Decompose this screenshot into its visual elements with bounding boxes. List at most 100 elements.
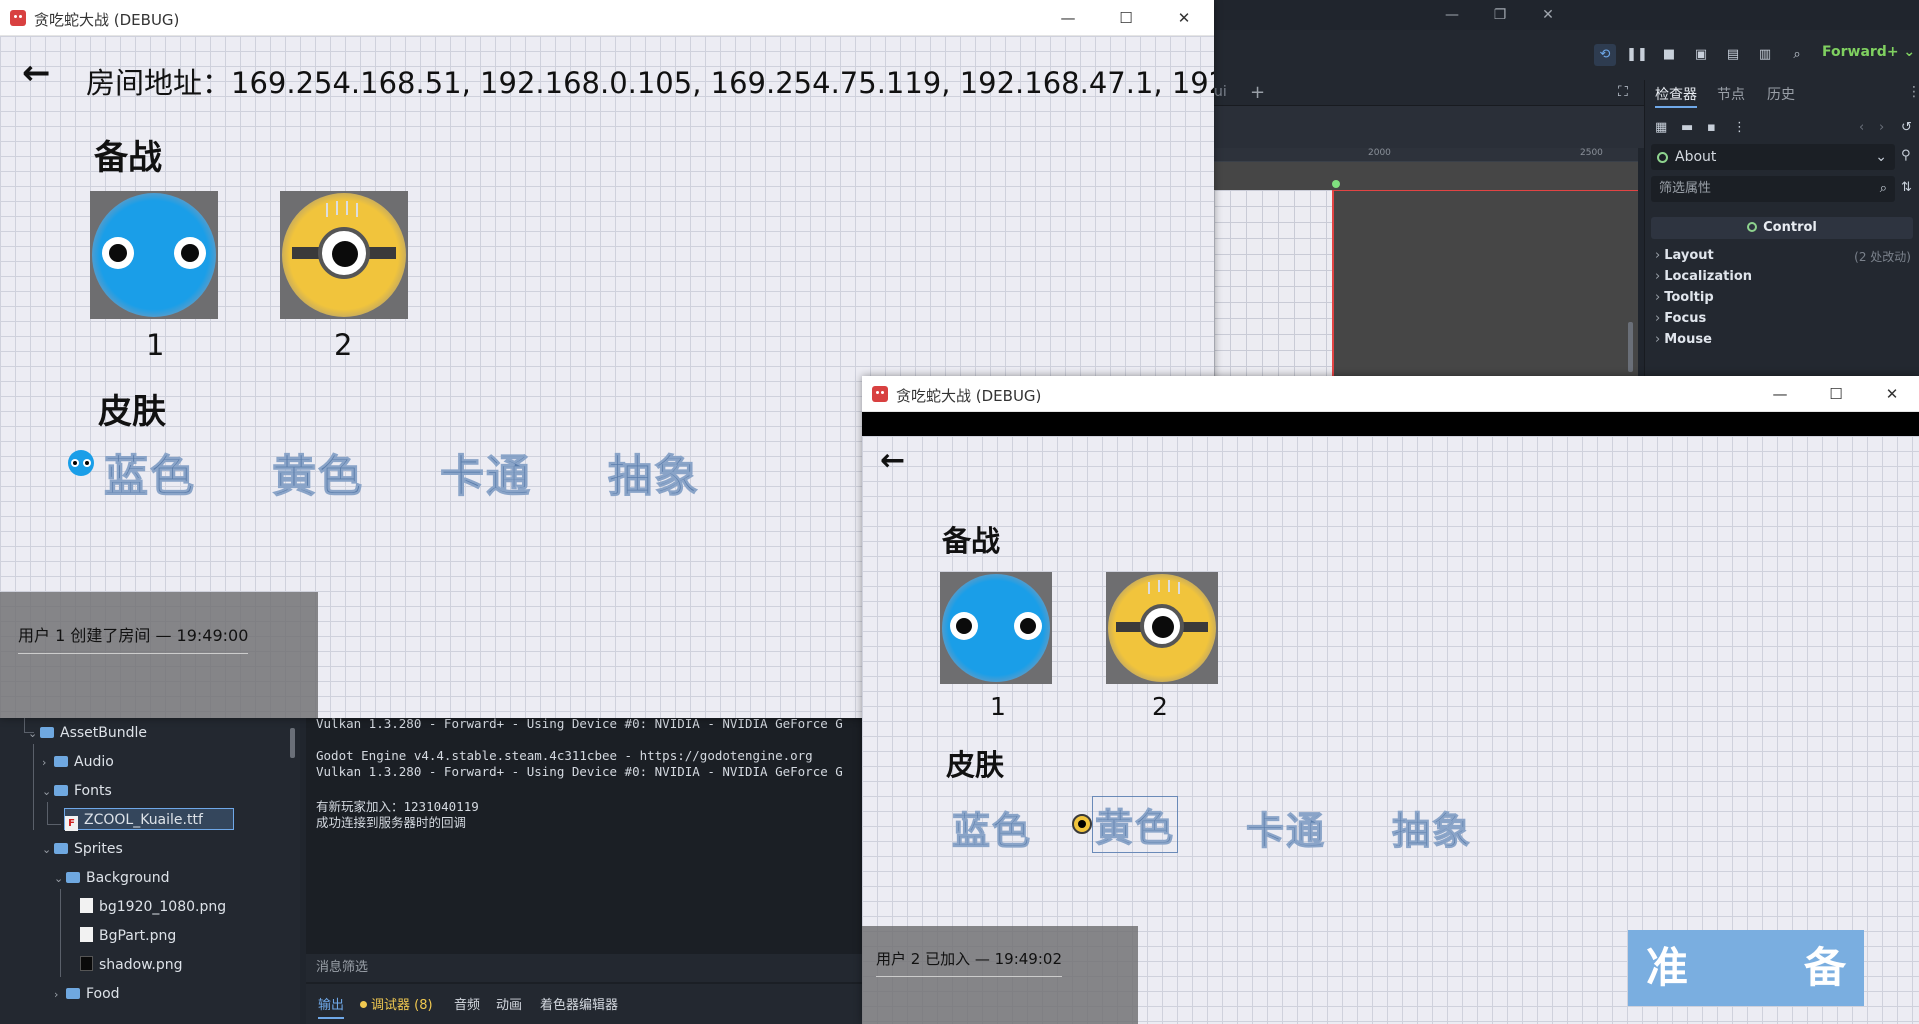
pause-icon[interactable]: ❚❚ [1626, 44, 1648, 66]
viewport-scrollbar[interactable] [1628, 322, 1633, 372]
tree-item-shadow-png[interactable]: shadow.png [80, 954, 182, 976]
tab-output[interactable]: 输出 [318, 994, 345, 1019]
menu-dots-icon[interactable]: ⋮ [1733, 120, 1746, 135]
skin-heading: 皮肤 [946, 748, 1005, 782]
add-tab-icon[interactable]: + [1250, 82, 1265, 103]
tree-guide [33, 744, 34, 830]
property-section-localization[interactable]: › Localization [1655, 269, 1915, 289]
anchor-handle[interactable] [1332, 180, 1340, 188]
sort-icon[interactable]: ⇅ [1901, 180, 1912, 195]
tree-item-sprites[interactable]: ⌄ Sprites [42, 838, 123, 860]
skin-option-cartoon[interactable]: 卡通 [1245, 800, 1326, 855]
eye [1140, 604, 1184, 648]
docs-icon[interactable]: ⚲ [1901, 148, 1911, 163]
close-button[interactable]: ✕ [1872, 382, 1912, 406]
save-icon[interactable]: ▪ [1707, 120, 1716, 135]
tree-item-label: BgPart.png [99, 928, 177, 944]
skin-option-blue[interactable]: 蓝色 [104, 440, 196, 504]
blue-snake-face-icon [942, 574, 1050, 682]
tree-item-label: Audio [74, 754, 114, 770]
renderer-label: Forward+ [1822, 44, 1899, 60]
chevron-right-icon: › [1655, 332, 1661, 347]
tab-debugger[interactable]: 调试器 (8) [360, 994, 433, 1013]
history-icon[interactable]: ↺ [1901, 120, 1912, 135]
reload-icon[interactable]: ⟲ [1594, 44, 1616, 66]
property-section-focus[interactable]: › Focus [1655, 311, 1915, 331]
back-arrow-icon[interactable]: ← [22, 56, 51, 90]
search-scene-icon[interactable]: ⌕ [1786, 44, 1808, 66]
tree-item-zcool-font[interactable]: F ZCOOL_Kuaile.ttf [64, 808, 234, 831]
minimize-button[interactable]: — [1048, 6, 1088, 30]
new-resource-icon[interactable]: ▦ [1655, 120, 1667, 135]
tree-item-bgpart-png[interactable]: BgPart.png [80, 925, 176, 947]
tab-animation[interactable]: 动画 [496, 994, 522, 1013]
restore-button[interactable]: ❐ [1480, 4, 1520, 26]
font-file-icon: F [65, 816, 78, 831]
canvas-viewport[interactable] [1214, 162, 1638, 376]
skin-option-yellow[interactable]: 黄色 [1092, 796, 1179, 853]
tree-item-food[interactable]: › Food [54, 983, 120, 1005]
close-button[interactable]: ✕ [1164, 6, 1204, 30]
tree-guide [60, 889, 61, 977]
object-name: About [1675, 149, 1717, 165]
tab-history[interactable]: 历史 [1767, 84, 1795, 104]
maximize-button[interactable]: ☐ [1816, 382, 1856, 406]
tree-item-label: Food [86, 986, 120, 1002]
ready-button[interactable]: 准 备 [1628, 930, 1864, 1006]
chevron-right-icon: › [1655, 269, 1661, 284]
minimize-button[interactable]: — [1760, 382, 1800, 406]
skin-option-blue[interactable]: 蓝色 [951, 800, 1032, 855]
property-section-tooltip[interactable]: › Tooltip [1655, 290, 1915, 310]
hair [1178, 582, 1180, 594]
app-icon [10, 10, 26, 26]
back-arrow-icon[interactable]: ← [880, 446, 905, 476]
game-window-client: 贪吃蛇大战 (DEBUG) — ☐ ✕ ← 备战 1 2 皮肤 蓝色 黄色 卡通… [862, 376, 1919, 1024]
clapper-icon[interactable]: ▥ [1754, 44, 1776, 66]
renderer-selector[interactable]: Forward+ ⌄ [1822, 44, 1915, 60]
tab-node[interactable]: 节点 [1717, 84, 1745, 104]
tree-item-label: shadow.png [99, 957, 183, 973]
control-node-icon [1657, 152, 1668, 163]
image-file-icon [80, 956, 93, 971]
tree-item-assetbundle[interactable]: ⌄ AssetBundle [28, 722, 147, 744]
player-card-blue [90, 191, 218, 319]
property-section-mouse[interactable]: › Mouse [1655, 332, 1915, 352]
close-button[interactable]: ✕ [1528, 4, 1568, 26]
property-section-layout[interactable]: › Layout (2 处改动) [1655, 248, 1915, 268]
scene-tab[interactable]: ui [1214, 84, 1227, 100]
tab-shader-editor[interactable]: 着色器编辑器 [540, 994, 618, 1013]
inspector-dock: 检查器 节点 历史 ⋮ ▦ ▬ ▪ ⋮ ‹ › ↺ About ⌄ ⚲ 筛选属性… [1644, 80, 1919, 376]
window-title: 贪吃蛇大战 (DEBUG) [896, 387, 1042, 405]
stop-icon[interactable]: ■ [1658, 44, 1680, 66]
skin-option-cartoon[interactable]: 卡通 [440, 440, 532, 504]
tree-item-bg-png[interactable]: bg1920_1080.png [80, 896, 226, 918]
fullscreen-icon[interactable]: ⛶ [1618, 84, 1628, 100]
skin-option-abstract[interactable]: 抽象 [1391, 800, 1472, 855]
filter-properties-input[interactable]: 筛选属性 ⌕ [1651, 176, 1895, 202]
next-icon[interactable]: › [1879, 120, 1884, 135]
pupil [181, 244, 199, 262]
selected-skin-marker-icon [1072, 814, 1092, 834]
pupil [332, 241, 358, 267]
player-number: 1 [146, 328, 165, 362]
player-card-yellow [280, 191, 408, 319]
skin-option-yellow[interactable]: 黄色 [272, 440, 364, 504]
skin-option-abstract[interactable]: 抽象 [608, 440, 700, 504]
message-filter-input[interactable]: 消息筛选 [306, 954, 862, 982]
minimize-button[interactable]: — [1432, 4, 1472, 26]
maximize-button[interactable]: ☐ [1106, 6, 1146, 30]
remote-debug-icon[interactable]: ▣ [1690, 44, 1712, 66]
object-selector[interactable]: About ⌄ [1651, 144, 1895, 170]
tree-item-background[interactable]: ⌄ Background [54, 867, 170, 889]
tree-item-fonts[interactable]: ⌄ Fonts [42, 780, 112, 802]
more-icon[interactable]: ⋮ [1907, 84, 1919, 100]
tab-inspector[interactable]: 检查器 [1655, 84, 1697, 108]
bottom-panel-tabs: 输出 调试器 (8) 音频 动画 着色器编辑器 [306, 984, 862, 1024]
tree-item-audio[interactable]: › Audio [42, 751, 114, 773]
tab-audio[interactable]: 音频 [454, 994, 480, 1013]
prev-icon[interactable]: ‹ [1859, 120, 1864, 135]
movie-icon[interactable]: ▤ [1722, 44, 1744, 66]
open-folder-icon[interactable]: ▬ [1681, 120, 1693, 135]
horizontal-ruler: 2000 2500 [1214, 148, 1638, 162]
filesystem-scrollbar[interactable] [290, 728, 295, 758]
